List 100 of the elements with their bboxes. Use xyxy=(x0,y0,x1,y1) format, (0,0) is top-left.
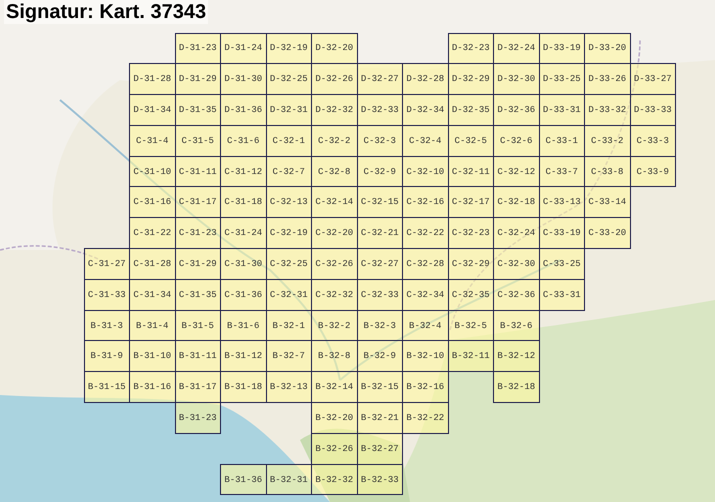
map-sheet-cell[interactable]: C-32-8 xyxy=(311,156,358,188)
map-sheet-cell[interactable]: B-32-18 xyxy=(493,371,540,404)
map-sheet-cell[interactable]: C-31-12 xyxy=(220,156,266,188)
map-sheet-cell[interactable]: C-31-10 xyxy=(129,156,176,188)
map-sheet-cell[interactable]: B-32-4 xyxy=(402,310,448,342)
map-sheet-cell[interactable]: D-31-28 xyxy=(129,63,176,96)
map-sheet-cell[interactable]: D-32-36 xyxy=(493,94,540,126)
map-sheet-cell[interactable]: B-32-21 xyxy=(356,402,403,434)
map-sheet-cell[interactable]: B-32-6 xyxy=(493,310,540,342)
map-sheet-cell[interactable]: B-32-1 xyxy=(266,310,312,342)
map-sheet-cell[interactable]: C-33-13 xyxy=(538,186,585,218)
map-sheet-cell[interactable]: C-32-34 xyxy=(402,278,448,311)
map-sheet-cell[interactable]: C-31-5 xyxy=(174,124,221,157)
map-sheet-cell[interactable]: D-31-36 xyxy=(220,94,266,126)
map-sheet-cell[interactable]: C-31-6 xyxy=(220,124,266,157)
map-sheet-cell[interactable]: B-32-8 xyxy=(311,340,358,372)
map-sheet-cell[interactable]: C-31-4 xyxy=(129,124,176,157)
map-sheet-cell[interactable]: B-31-12 xyxy=(220,340,266,372)
map-sheet-cell[interactable]: D-32-32 xyxy=(311,94,358,126)
map-sheet-cell[interactable]: C-32-14 xyxy=(311,186,358,218)
map-sheet-cell[interactable]: C-31-35 xyxy=(174,278,221,311)
map-sheet-cell[interactable]: D-32-33 xyxy=(356,94,403,126)
map-sheet-cell[interactable]: C-31-22 xyxy=(129,217,176,250)
map-sheet-cell[interactable]: B-31-5 xyxy=(174,310,221,342)
map-sheet-cell[interactable]: C-33-9 xyxy=(630,156,676,188)
map-sheet-cell[interactable]: C-32-36 xyxy=(493,278,540,311)
map-sheet-cell[interactable]: C-32-10 xyxy=(402,156,448,188)
map-sheet-cell[interactable]: C-32-1 xyxy=(266,124,312,157)
map-sheet-cell[interactable]: C-32-6 xyxy=(493,124,540,157)
map-sheet-cell[interactable]: C-31-11 xyxy=(174,156,221,188)
map-sheet-cell[interactable]: C-32-21 xyxy=(356,217,403,250)
map-sheet-cell[interactable]: B-32-16 xyxy=(402,371,448,404)
map-sheet-cell[interactable]: C-32-29 xyxy=(448,248,494,280)
map-sheet-cell[interactable]: D-32-24 xyxy=(493,32,540,64)
map-sheet-cell[interactable]: C-33-31 xyxy=(538,278,585,311)
map-sheet-cell[interactable]: D-32-23 xyxy=(448,32,494,64)
map-sheet-cell[interactable]: C-31-24 xyxy=(220,217,266,250)
map-sheet-cell[interactable]: D-31-29 xyxy=(174,63,221,96)
map-sheet-cell[interactable]: B-31-18 xyxy=(220,371,266,404)
map-sheet-cell[interactable]: C-32-25 xyxy=(266,248,312,280)
map-sheet-cell[interactable]: D-32-35 xyxy=(448,94,494,126)
map-sheet-cell[interactable]: C-31-34 xyxy=(129,278,176,311)
map-sheet-cell[interactable]: C-32-18 xyxy=(493,186,540,218)
map-sheet-cell[interactable]: C-32-35 xyxy=(448,278,494,311)
map-sheet-cell[interactable]: C-32-11 xyxy=(448,156,494,188)
map-sheet-cell[interactable]: D-32-19 xyxy=(266,32,312,64)
map-sheet-cell[interactable]: B-32-9 xyxy=(356,340,403,372)
map-sheet-cell[interactable]: C-32-20 xyxy=(311,217,358,250)
map-sheet-cell[interactable]: D-33-19 xyxy=(538,32,585,64)
map-sheet-cell[interactable]: D-31-24 xyxy=(220,32,266,64)
map-sheet-cell[interactable]: B-32-2 xyxy=(311,310,358,342)
map-sheet-cell[interactable]: C-32-24 xyxy=(493,217,540,250)
map-sheet-cell[interactable]: D-33-27 xyxy=(630,63,676,96)
map-sheet-cell[interactable]: B-32-33 xyxy=(356,464,403,496)
map-sheet-cell[interactable]: D-31-34 xyxy=(129,94,176,126)
map-sheet-cell[interactable]: C-32-7 xyxy=(266,156,312,188)
map-sheet-cell[interactable]: C-32-12 xyxy=(493,156,540,188)
map-sheet-cell[interactable]: C-31-23 xyxy=(174,217,221,250)
map-sheet-cell[interactable]: B-32-15 xyxy=(356,371,403,404)
map-sheet-cell[interactable]: C-32-33 xyxy=(356,278,403,311)
map-sheet-cell[interactable]: C-32-30 xyxy=(493,248,540,280)
map-sheet-cell[interactable]: C-32-22 xyxy=(402,217,448,250)
map-sheet-cell[interactable]: B-31-4 xyxy=(129,310,176,342)
map-sheet-cell[interactable]: C-31-17 xyxy=(174,186,221,218)
map-sheet-cell[interactable]: D-33-20 xyxy=(584,32,630,64)
map-sheet-cell[interactable]: C-33-14 xyxy=(584,186,630,218)
map-sheet-cell[interactable]: D-31-30 xyxy=(220,63,266,96)
map-sheet-cell[interactable]: B-31-16 xyxy=(129,371,176,404)
map-sheet-cell[interactable]: C-33-1 xyxy=(538,124,585,157)
map-sheet-cell[interactable]: C-32-9 xyxy=(356,156,403,188)
map-sheet-cell[interactable]: C-31-27 xyxy=(84,248,130,280)
map-sheet-cell[interactable]: C-31-16 xyxy=(129,186,176,218)
map-sheet-cell[interactable]: C-32-17 xyxy=(448,186,494,218)
map-sheet-cell[interactable]: C-33-25 xyxy=(538,248,585,280)
map-sheet-cell[interactable]: D-33-25 xyxy=(538,63,585,96)
map-sheet-cell[interactable]: B-31-10 xyxy=(129,340,176,372)
map-sheet-cell[interactable]: C-32-4 xyxy=(402,124,448,157)
map-sheet-cell[interactable]: C-32-19 xyxy=(266,217,312,250)
map-sheet-cell[interactable]: C-31-29 xyxy=(174,248,221,280)
map-sheet-cell[interactable]: C-33-8 xyxy=(584,156,630,188)
map-sheet-cell[interactable]: B-32-26 xyxy=(311,432,358,465)
map-sheet-cell[interactable]: C-32-23 xyxy=(448,217,494,250)
map-sheet-cell[interactable]: D-32-25 xyxy=(266,63,312,96)
map-sheet-cell[interactable]: B-31-3 xyxy=(84,310,130,342)
map-sheet-cell[interactable]: D-33-26 xyxy=(584,63,630,96)
map-sheet-cell[interactable]: B-31-6 xyxy=(220,310,266,342)
map-sheet-cell[interactable]: C-33-7 xyxy=(538,156,585,188)
map-sheet-cell[interactable]: B-32-32 xyxy=(311,464,358,496)
map-sheet-cell[interactable]: B-32-11 xyxy=(448,340,494,372)
map-sheet-cell[interactable]: C-32-27 xyxy=(356,248,403,280)
map-sheet-cell[interactable]: D-32-34 xyxy=(402,94,448,126)
map-sheet-cell[interactable]: B-31-9 xyxy=(84,340,130,372)
map-sheet-cell[interactable]: C-32-28 xyxy=(402,248,448,280)
map-sheet-cell[interactable]: C-31-33 xyxy=(84,278,130,311)
map-sheet-cell[interactable]: C-32-32 xyxy=(311,278,358,311)
map-sheet-cell[interactable]: B-32-10 xyxy=(402,340,448,372)
map-sheet-cell[interactable]: C-32-5 xyxy=(448,124,494,157)
map-sheet-cell[interactable]: C-32-31 xyxy=(266,278,312,311)
map-sheet-cell[interactable]: C-32-2 xyxy=(311,124,358,157)
map-sheet-cell[interactable]: D-33-33 xyxy=(630,94,676,126)
